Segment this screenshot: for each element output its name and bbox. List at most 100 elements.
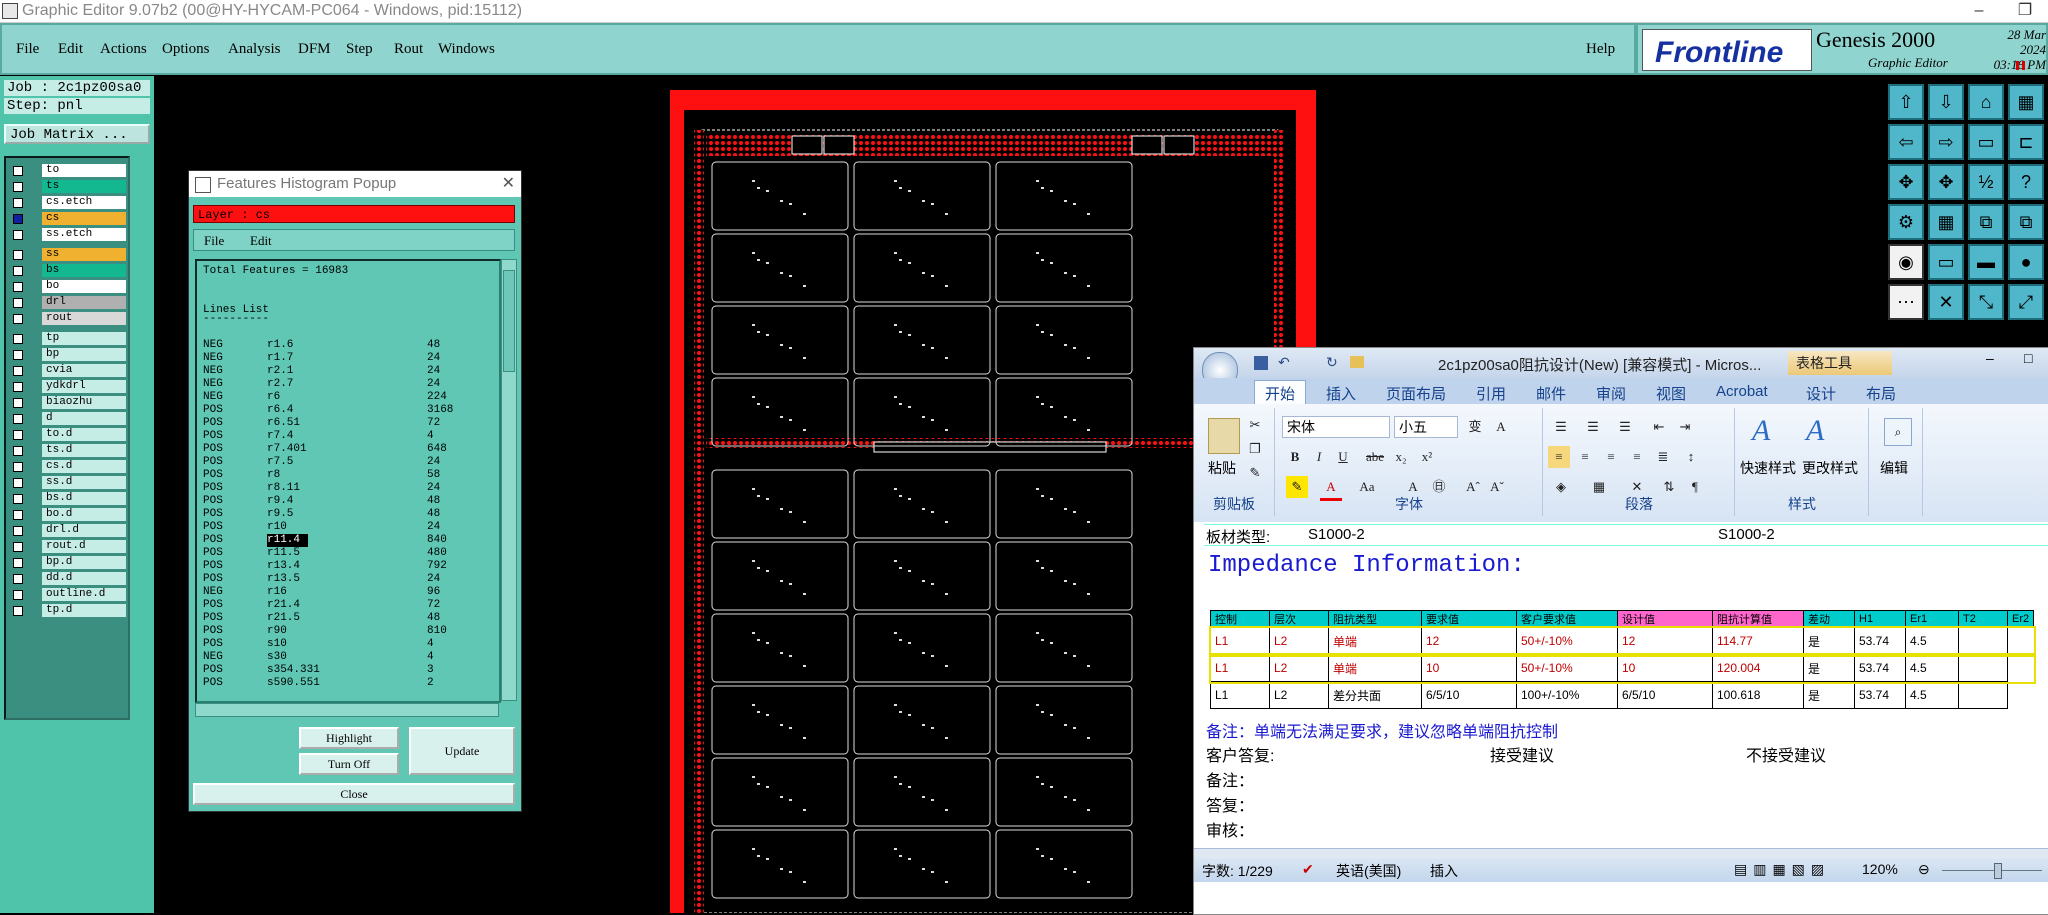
layer-name[interactable]: ts.d: [42, 444, 126, 457]
word-minimize-button[interactable]: –: [1986, 350, 1994, 366]
tab-home[interactable]: 开始: [1254, 380, 1307, 405]
copy-icon[interactable]: ⧉: [1968, 204, 2004, 240]
zoom-slider-thumb[interactable]: [1994, 863, 2002, 879]
underline-icon[interactable]: U: [1332, 446, 1354, 468]
layer-checkbox[interactable]: [13, 590, 23, 600]
edit-label[interactable]: 编辑: [1880, 458, 1908, 478]
layer-name[interactable]: biaozhu: [42, 396, 126, 409]
table-cell[interactable]: 4.5: [1905, 627, 1959, 655]
table-cell[interactable]: L2: [1269, 654, 1329, 682]
language-status[interactable]: 英语(美国): [1336, 861, 1401, 881]
layer-row-to[interactable]: to: [8, 164, 126, 178]
zoom-level[interactable]: 120%: [1862, 861, 1898, 877]
line-spacing-icon[interactable]: ↕: [1680, 446, 1702, 468]
menu-options[interactable]: Options: [162, 41, 210, 58]
spell-check-icon[interactable]: ✔: [1302, 861, 1314, 878]
layer-name[interactable]: bs.d: [42, 492, 126, 505]
open-icon[interactable]: [1350, 356, 1364, 368]
right-icon[interactable]: ⇨: [1928, 124, 1964, 160]
layer-name[interactable]: ss.etch: [42, 228, 126, 241]
undo-icon[interactable]: ↶: [1278, 354, 1290, 371]
change-case-icon[interactable]: 变: [1464, 416, 1486, 438]
layer-checkbox[interactable]: [13, 298, 23, 308]
update-button[interactable]: Update: [409, 727, 515, 775]
tab-design[interactable]: 设计: [1806, 383, 1836, 404]
histogram-text[interactable]: Total Features = 16983 Lines List ------…: [195, 259, 501, 703]
layer-name[interactable]: drl.d: [42, 524, 126, 537]
table-cell[interactable]: [1958, 681, 2008, 709]
menu-step[interactable]: Step: [346, 41, 373, 58]
layer-name[interactable]: cs.etch: [42, 196, 126, 209]
align-right-icon[interactable]: ≡: [1600, 446, 1622, 468]
paste-label[interactable]: 粘贴: [1208, 458, 1236, 478]
save-icon[interactable]: [1254, 356, 1268, 370]
layer-checkbox[interactable]: [13, 462, 23, 472]
table-cell[interactable]: 12: [1617, 627, 1713, 655]
layer-row-bo.d[interactable]: bo.d: [8, 508, 126, 522]
table-row[interactable]: L1 L2 单端 10 50+/-10% 10 120.004 是 53.74 4.5: [1208, 652, 2036, 684]
layer-name[interactable]: bo.d: [42, 508, 126, 521]
half-icon[interactable]: ½: [1968, 164, 2004, 200]
bold-icon[interactable]: B: [1284, 446, 1306, 468]
tab-layout[interactable]: 布局: [1866, 383, 1896, 404]
document-area[interactable]: 板材类型: S1000-2 S1000-2 Impedance Informat…: [1194, 522, 2048, 848]
layer-name[interactable]: bo: [42, 280, 126, 293]
zoom-slider[interactable]: [1942, 870, 2042, 871]
layer-name[interactable]: ydkdrl: [42, 380, 126, 393]
layer-row-cs.d[interactable]: cs.d: [8, 460, 126, 474]
change-style-icon[interactable]: A: [1806, 414, 1824, 448]
format-painter-icon[interactable]: ✎: [1244, 462, 1266, 484]
table-cell[interactable]: 10: [1617, 654, 1713, 682]
cross-icon[interactable]: ✕: [1928, 284, 1964, 320]
layer-name[interactable]: bs: [42, 264, 126, 277]
save-icon[interactable]: ⇩: [1928, 84, 1964, 120]
popup-menu-file[interactable]: File: [204, 233, 224, 249]
frame-icon[interactable]: ▭: [1968, 124, 2004, 160]
layer-row-ydkdrl[interactable]: ydkdrl: [8, 380, 126, 394]
paste-icon[interactable]: ⧉: [2008, 204, 2044, 240]
table-cell[interactable]: 6/5/10: [1617, 681, 1713, 709]
layer-row-ts[interactable]: ts: [8, 180, 126, 194]
layer-checkbox[interactable]: [13, 526, 23, 536]
layer-row-dd.d[interactable]: dd.d: [8, 572, 126, 586]
table-cell[interactable]: L1: [1210, 681, 1270, 709]
layer-checkbox[interactable]: [13, 414, 23, 424]
layer-row-drl.d[interactable]: drl.d: [8, 524, 126, 538]
table-cell[interactable]: L1: [1210, 654, 1270, 682]
load-icon[interactable]: ⇧: [1888, 84, 1924, 120]
menu-help[interactable]: Help: [1586, 41, 1615, 58]
quick-style-icon[interactable]: A: [1752, 414, 1770, 448]
dot-icon[interactable]: ●: [2008, 244, 2044, 280]
layer-row-cvia[interactable]: cvia: [8, 364, 126, 378]
bracket-icon[interactable]: ⊏: [2008, 124, 2044, 160]
layer-name[interactable]: outline.d: [42, 588, 126, 601]
table-cell[interactable]: 100+/-10%: [1516, 681, 1618, 709]
popup-menu-edit[interactable]: Edit: [250, 233, 272, 249]
menu-file[interactable]: File: [16, 41, 39, 58]
table-cell[interactable]: 120.004: [1712, 654, 1804, 682]
menu-dfm[interactable]: DFM: [298, 41, 331, 58]
layer-checkbox[interactable]: [13, 314, 23, 324]
table-cell[interactable]: 10: [1421, 654, 1517, 682]
layer-row-cs.etch[interactable]: cs.etch: [8, 196, 126, 210]
table-tools-tab[interactable]: 表格工具: [1788, 351, 1892, 375]
table-cell[interactable]: 114.77: [1712, 627, 1804, 655]
italic-icon[interactable]: I: [1308, 446, 1330, 468]
move-icon[interactable]: ✥: [1928, 164, 1964, 200]
layer-checkbox[interactable]: [13, 182, 23, 192]
layer-name[interactable]: ss.d: [42, 476, 126, 489]
layer-row-bp[interactable]: bp: [8, 348, 126, 362]
menu-windows[interactable]: Windows: [438, 41, 495, 58]
line-icon[interactable]: ▬: [1968, 244, 2004, 280]
font-size-select[interactable]: 小五: [1394, 416, 1458, 438]
subscript-icon[interactable]: x₂: [1390, 446, 1412, 468]
numbering-icon[interactable]: ☰: [1582, 416, 1604, 438]
layer-name[interactable]: rout.d: [42, 540, 126, 553]
tab-acrobat[interactable]: Acrobat: [1716, 383, 1768, 400]
table-cell[interactable]: 4.5: [1905, 654, 1959, 682]
stretch-icon[interactable]: ⤡: [1968, 284, 2004, 320]
tab-page-layout[interactable]: 页面布局: [1386, 383, 1446, 404]
layer-name[interactable]: dd.d: [42, 572, 126, 585]
justify-icon[interactable]: ≡: [1626, 446, 1648, 468]
layer-row-rout[interactable]: rout: [8, 312, 126, 326]
